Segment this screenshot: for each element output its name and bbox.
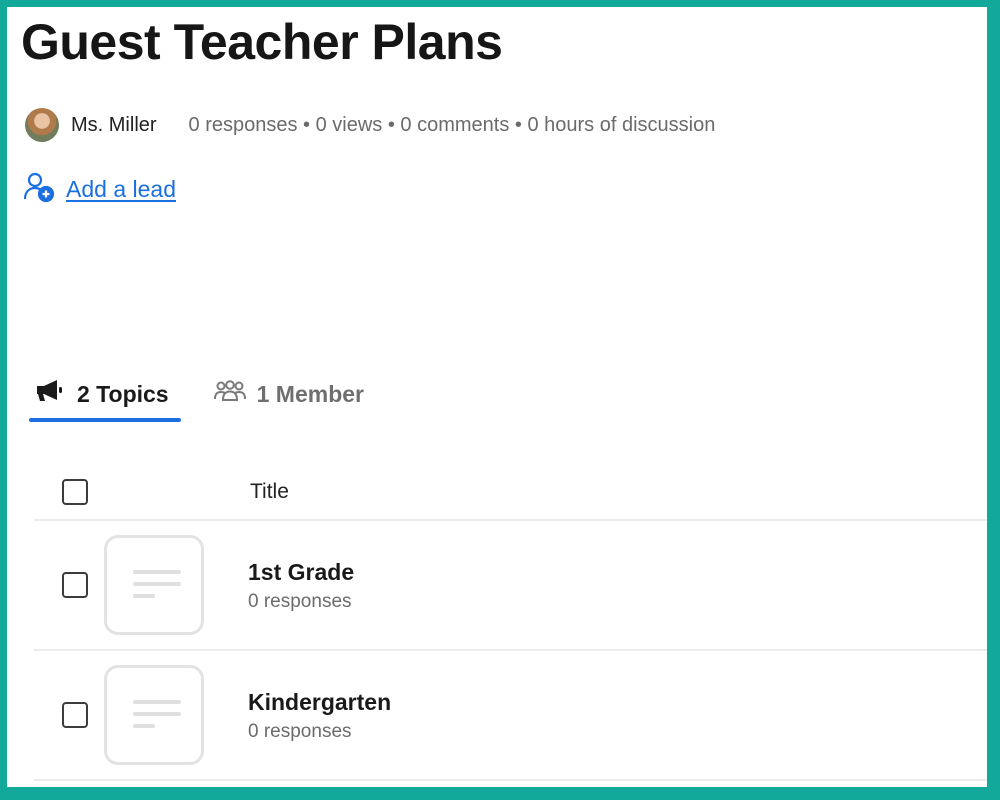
- avatar[interactable]: [25, 108, 59, 142]
- select-all-checkbox[interactable]: [62, 479, 88, 505]
- tab-members-label: 1 Member: [256, 380, 364, 407]
- row-responses: 0 responses: [248, 721, 352, 742]
- row-checkbox[interactable]: [62, 702, 88, 728]
- tab-members[interactable]: 1 Member: [209, 371, 372, 417]
- tab-topics-label: 2 Topics: [77, 380, 169, 407]
- group-icon: [213, 378, 257, 410]
- page-frame: Guest Teacher Plans Ms. Miller 0 respons…: [7, 7, 987, 787]
- add-lead-link[interactable]: Add a lead: [23, 171, 176, 208]
- page-title: Guest Teacher Plans: [21, 14, 503, 70]
- topics-table: Title 1st Grade 0 responses Kindergarten…: [34, 465, 987, 781]
- row-title[interactable]: 1st Grade: [248, 557, 354, 587]
- megaphone-icon: [33, 378, 77, 410]
- row-checkbox[interactable]: [62, 572, 88, 598]
- topic-thumbnail[interactable]: [104, 535, 204, 635]
- table-row[interactable]: Kindergarten 0 responses: [34, 651, 987, 781]
- row-text: 1st Grade 0 responses: [248, 557, 354, 613]
- table-header: Title: [34, 465, 987, 521]
- add-person-icon: [23, 171, 55, 208]
- tab-topics[interactable]: 2 Topics: [29, 371, 181, 422]
- topic-thumbnail[interactable]: [104, 665, 204, 765]
- column-header-title[interactable]: Title: [250, 480, 289, 504]
- tab-bar: 2 Topics 1 Member: [29, 365, 372, 422]
- row-title[interactable]: Kindergarten: [248, 687, 391, 717]
- row-text: Kindergarten 0 responses: [248, 687, 391, 743]
- row-responses: 0 responses: [248, 591, 352, 612]
- add-lead-label: Add a lead: [66, 176, 176, 202]
- table-row[interactable]: 1st Grade 0 responses: [34, 521, 987, 651]
- meta-bar: Ms. Miller 0 responses • 0 views • 0 com…: [25, 107, 715, 143]
- author-name[interactable]: Ms. Miller: [71, 114, 157, 137]
- stats-text: 0 responses • 0 views • 0 comments • 0 h…: [188, 113, 716, 136]
